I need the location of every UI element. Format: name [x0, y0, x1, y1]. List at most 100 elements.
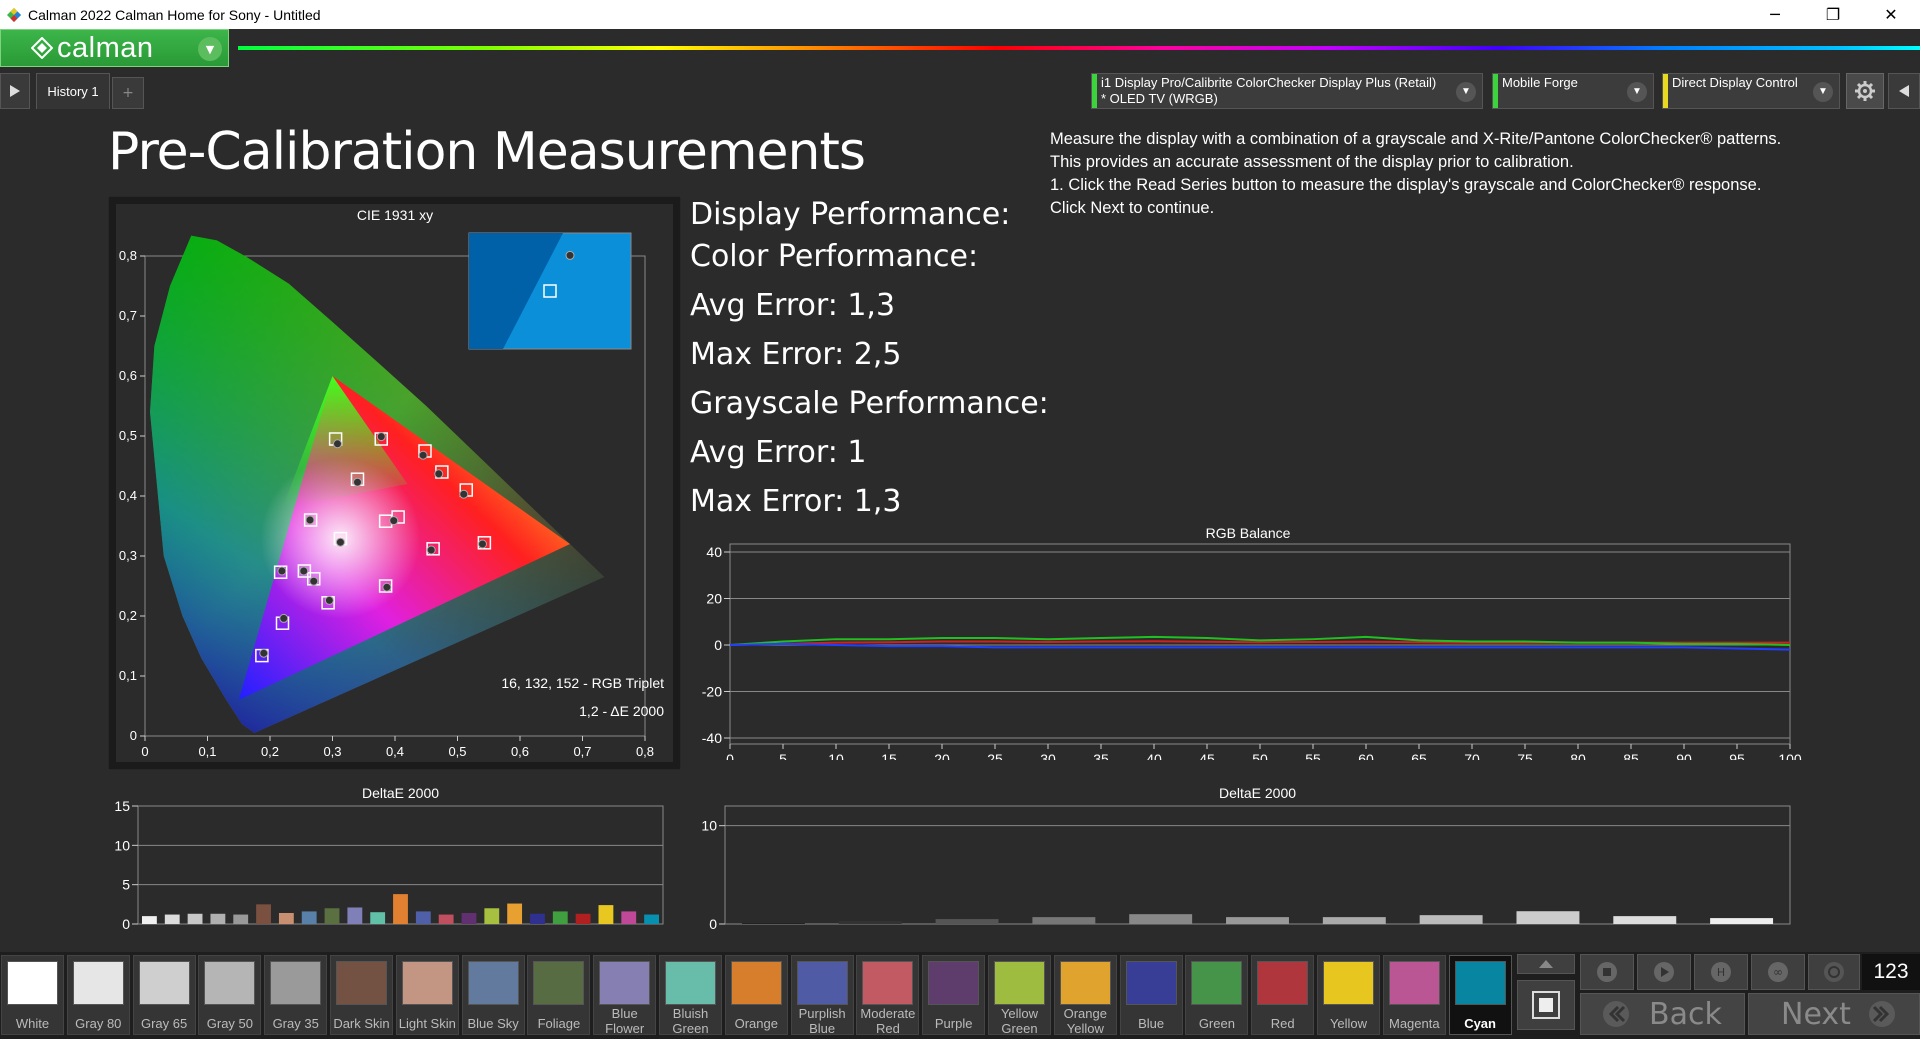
- swatch-label: Magenta: [1389, 1016, 1440, 1031]
- calman-menu-button[interactable]: calman ▼: [0, 29, 229, 67]
- x-tick-label: 90: [1637, 929, 1653, 930]
- bar: [1032, 917, 1096, 924]
- swatch-label: Blue Flower: [605, 1006, 645, 1036]
- tab-history[interactable]: History 1: [36, 73, 110, 109]
- bar: [598, 905, 614, 924]
- swatch-red[interactable]: Red: [1251, 955, 1315, 1035]
- swatch-magenta[interactable]: Magenta: [1382, 955, 1446, 1035]
- x-tick-label: 60: [1358, 751, 1374, 760]
- y-tick-label: 20: [706, 591, 722, 607]
- instruction-line: 1. Click the Read Series button to measu…: [1050, 176, 1762, 194]
- x-tick-label: 80: [1570, 751, 1586, 760]
- bar: [1226, 917, 1289, 924]
- swatch-gray-50[interactable]: Gray 50: [198, 955, 262, 1035]
- x-tick-label: 20: [959, 929, 975, 930]
- swatch-purplish-blue[interactable]: Purplish Blue: [790, 955, 854, 1036]
- swatch-purple[interactable]: Purple: [922, 955, 986, 1035]
- swatch-gray-80[interactable]: Gray 80: [66, 955, 130, 1035]
- svg-text:H: H: [1717, 966, 1725, 979]
- y-tick-label: -20: [702, 684, 722, 700]
- scroll-up-button[interactable]: [1517, 954, 1575, 974]
- stop-button[interactable]: [1580, 954, 1634, 990]
- status-stripe: [1663, 74, 1668, 108]
- measured-point: [418, 450, 428, 460]
- x-tick-label: 40: [1153, 929, 1169, 930]
- swatch-blue[interactable]: Blue: [1119, 955, 1183, 1035]
- next-button[interactable]: Next: [1748, 993, 1920, 1035]
- expand-panel-button[interactable]: [0, 73, 30, 109]
- close-button[interactable]: ✕: [1862, 0, 1920, 29]
- swatch-gray-65[interactable]: Gray 65: [132, 955, 196, 1035]
- bar: [233, 914, 249, 924]
- continuous-read-button[interactable]: ∞: [1751, 954, 1805, 990]
- status-stripe: [1092, 74, 1097, 108]
- minimize-button[interactable]: ─: [1746, 0, 1804, 29]
- page-title: Pre-Calibration Measurements: [108, 122, 866, 182]
- add-tab-button[interactable]: +: [112, 77, 144, 109]
- swatch-white[interactable]: White: [1, 955, 64, 1035]
- swatch-foliage[interactable]: Foliage: [527, 955, 591, 1035]
- swatch-green[interactable]: Green: [1185, 955, 1249, 1035]
- swatch-label: Gray 65: [140, 1016, 188, 1031]
- restore-button[interactable]: ❐: [1804, 0, 1862, 29]
- swatch-label: Foliage: [537, 1016, 581, 1031]
- spectrum-bar: [238, 46, 1920, 50]
- swatch-light-skin[interactable]: Light Skin: [395, 955, 459, 1035]
- x-tick-label: 90: [1676, 751, 1692, 760]
- stop-series-button[interactable]: [1517, 980, 1575, 1030]
- swatch-bluish-green[interactable]: Bluish Green: [659, 955, 722, 1036]
- x-tick-label: 0,8: [636, 744, 654, 759]
- swatch-blue-sky[interactable]: Blue Sky: [461, 955, 525, 1035]
- swatch-color: [599, 961, 651, 1005]
- chevron-left-icon: [1899, 85, 1909, 97]
- grayscale-performance-heading: Grayscale Performance:: [690, 386, 1049, 421]
- swatch-color: [1059, 961, 1111, 1005]
- swatch-yellow-green[interactable]: Yellow Green: [988, 955, 1051, 1036]
- swatch-orange-yellow[interactable]: Orange Yellow: [1053, 955, 1117, 1036]
- swatch-moderate-red[interactable]: Moderate Red: [856, 955, 920, 1036]
- meter-selector[interactable]: i1 Display Pro/Calibrite ColorChecker Di…: [1091, 73, 1483, 109]
- measured-point: [389, 516, 399, 526]
- settings-button[interactable]: [1846, 73, 1884, 109]
- collapse-panel-button[interactable]: [1888, 73, 1920, 109]
- x-tick-label: 40: [1146, 751, 1162, 760]
- chevron-up-icon: [1539, 960, 1553, 968]
- x-tick-label: 0,3: [323, 744, 341, 759]
- bar: [1613, 916, 1677, 924]
- back-button[interactable]: Back: [1580, 993, 1745, 1035]
- y-tick-label: 0,3: [119, 548, 137, 563]
- swatch-label: White: [15, 1016, 50, 1031]
- read-series-button[interactable]: H: [1694, 954, 1748, 990]
- x-tick-label: 85: [1623, 751, 1639, 760]
- x-tick-label: 0: [141, 744, 148, 759]
- bar: [164, 914, 180, 924]
- refresh-button[interactable]: [1808, 954, 1860, 990]
- stop-circle-icon: [1597, 962, 1617, 982]
- swatch-color: [336, 961, 387, 1005]
- pattern-generator-selector[interactable]: Mobile Forge ▼: [1492, 73, 1654, 109]
- next-label: Next: [1781, 996, 1851, 1032]
- swatch-label: Cyan: [1464, 1016, 1496, 1031]
- swatch-cyan[interactable]: Cyan: [1448, 955, 1512, 1035]
- swatch-blue-flower[interactable]: Blue Flower: [593, 955, 657, 1036]
- swatch-dark-skin[interactable]: Dark Skin: [330, 955, 393, 1035]
- swatch-label: Bluish Green: [672, 1006, 709, 1036]
- swatch-label: Purple: [934, 1016, 973, 1031]
- swatch-label: Orange: [734, 1016, 778, 1031]
- swatch-label: Gray 80: [75, 1016, 122, 1031]
- y-tick-label: 15: [114, 798, 130, 814]
- read-button[interactable]: [1637, 954, 1691, 990]
- swatch-orange[interactable]: Orange: [724, 955, 788, 1035]
- measured-point: [434, 469, 444, 479]
- swatch-color: [1125, 961, 1177, 1005]
- swatch-label: Light Skin: [398, 1016, 456, 1031]
- tab-row: History 1 + i1 Display Pro/Calibrite Col…: [0, 73, 1920, 111]
- swatch-color: [138, 961, 190, 1005]
- chevron-down-icon[interactable]: ▼: [198, 37, 222, 61]
- inset-measured-point: [565, 250, 575, 260]
- swatch-gray-35[interactable]: Gray 35: [264, 955, 328, 1035]
- display-control-selector[interactable]: Direct Display Control ▼: [1662, 73, 1840, 109]
- swatch-yellow[interactable]: Yellow: [1317, 955, 1380, 1035]
- bar: [552, 911, 568, 924]
- color-avg-error: Avg Error: 1,3: [690, 288, 896, 323]
